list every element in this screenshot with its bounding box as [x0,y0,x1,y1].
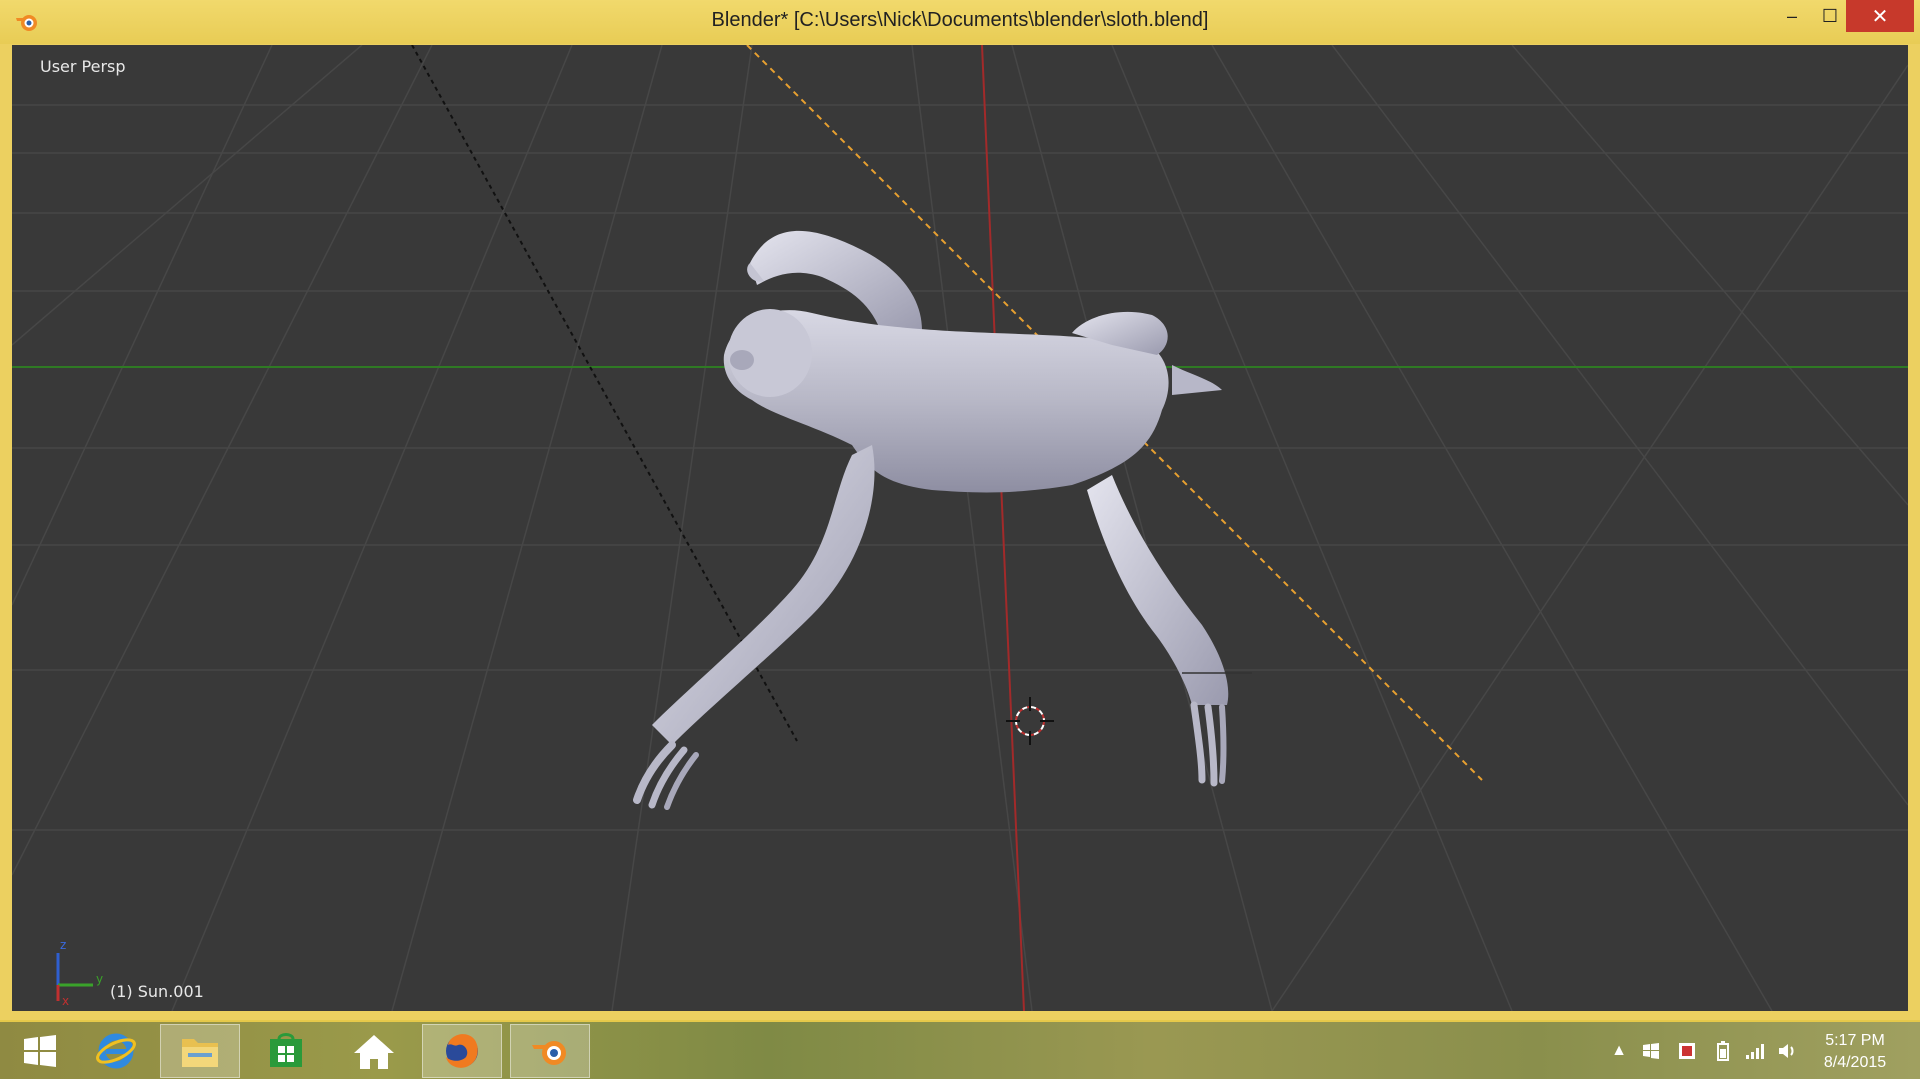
taskbar-internet-explorer[interactable] [76,1024,156,1078]
3d-cursor[interactable] [1006,697,1054,745]
viewport-scene [12,45,1908,1011]
blender-window: Blender* [C:\Users\Nick\Documents\blende… [0,0,1920,1020]
lamp-direction-line [411,45,798,742]
gizmo-x-label: x [62,994,69,1005]
firefox-icon [446,1034,478,1068]
taskbar-file-explorer[interactable] [160,1024,240,1078]
taskbar-home[interactable] [334,1024,414,1078]
sloth-model[interactable] [633,230,1252,810]
taskbar-blender[interactable] [510,1024,590,1078]
taskbar: ▲ 5:17 PM 8/4/2015 [0,1022,1920,1079]
store-icon [270,1033,302,1067]
volume-icon[interactable] [1776,1040,1798,1062]
clock-time: 5:17 PM [1825,1032,1885,1049]
security-icon[interactable] [1676,1040,1698,1062]
start-button[interactable] [0,1024,80,1078]
taskbar-firefox[interactable] [422,1024,502,1078]
grid-lines [12,45,1908,1011]
home-icon [354,1035,394,1069]
x-axis-line [981,45,1025,1011]
windows-flag-icon[interactable] [1640,1040,1662,1062]
title-bar[interactable]: Blender* [C:\Users\Nick\Documents\blende… [0,0,1920,44]
gizmo-y-label: y [96,972,103,986]
clock-date: 8/4/2015 [1823,1054,1887,1071]
gizmo-z-label: z [60,938,66,952]
close-button[interactable]: ✕ [1846,0,1914,32]
battery-icon[interactable] [1712,1040,1734,1062]
network-icon[interactable] [1744,1040,1766,1062]
blender-icon [532,1041,566,1065]
chevron-up-icon[interactable]: ▲ [1608,1040,1630,1062]
view-perspective-label: User Persp [40,57,126,76]
internet-explorer-icon [96,1033,136,1069]
folder-icon [182,1039,218,1067]
window-title: Blender* [C:\Users\Nick\Documents\blende… [711,9,1209,31]
taskbar-store[interactable] [246,1024,326,1078]
3d-viewport[interactable]: User Persp z y x (1) Sun.001 [12,45,1908,1011]
axis-gizmo-icon: z y x [56,938,103,1005]
system-clock[interactable]: 5:17 PM 8/4/2015 [1800,1030,1910,1074]
active-object-label: (1) Sun.001 [110,982,204,1001]
windows-logo-icon [24,1035,56,1067]
